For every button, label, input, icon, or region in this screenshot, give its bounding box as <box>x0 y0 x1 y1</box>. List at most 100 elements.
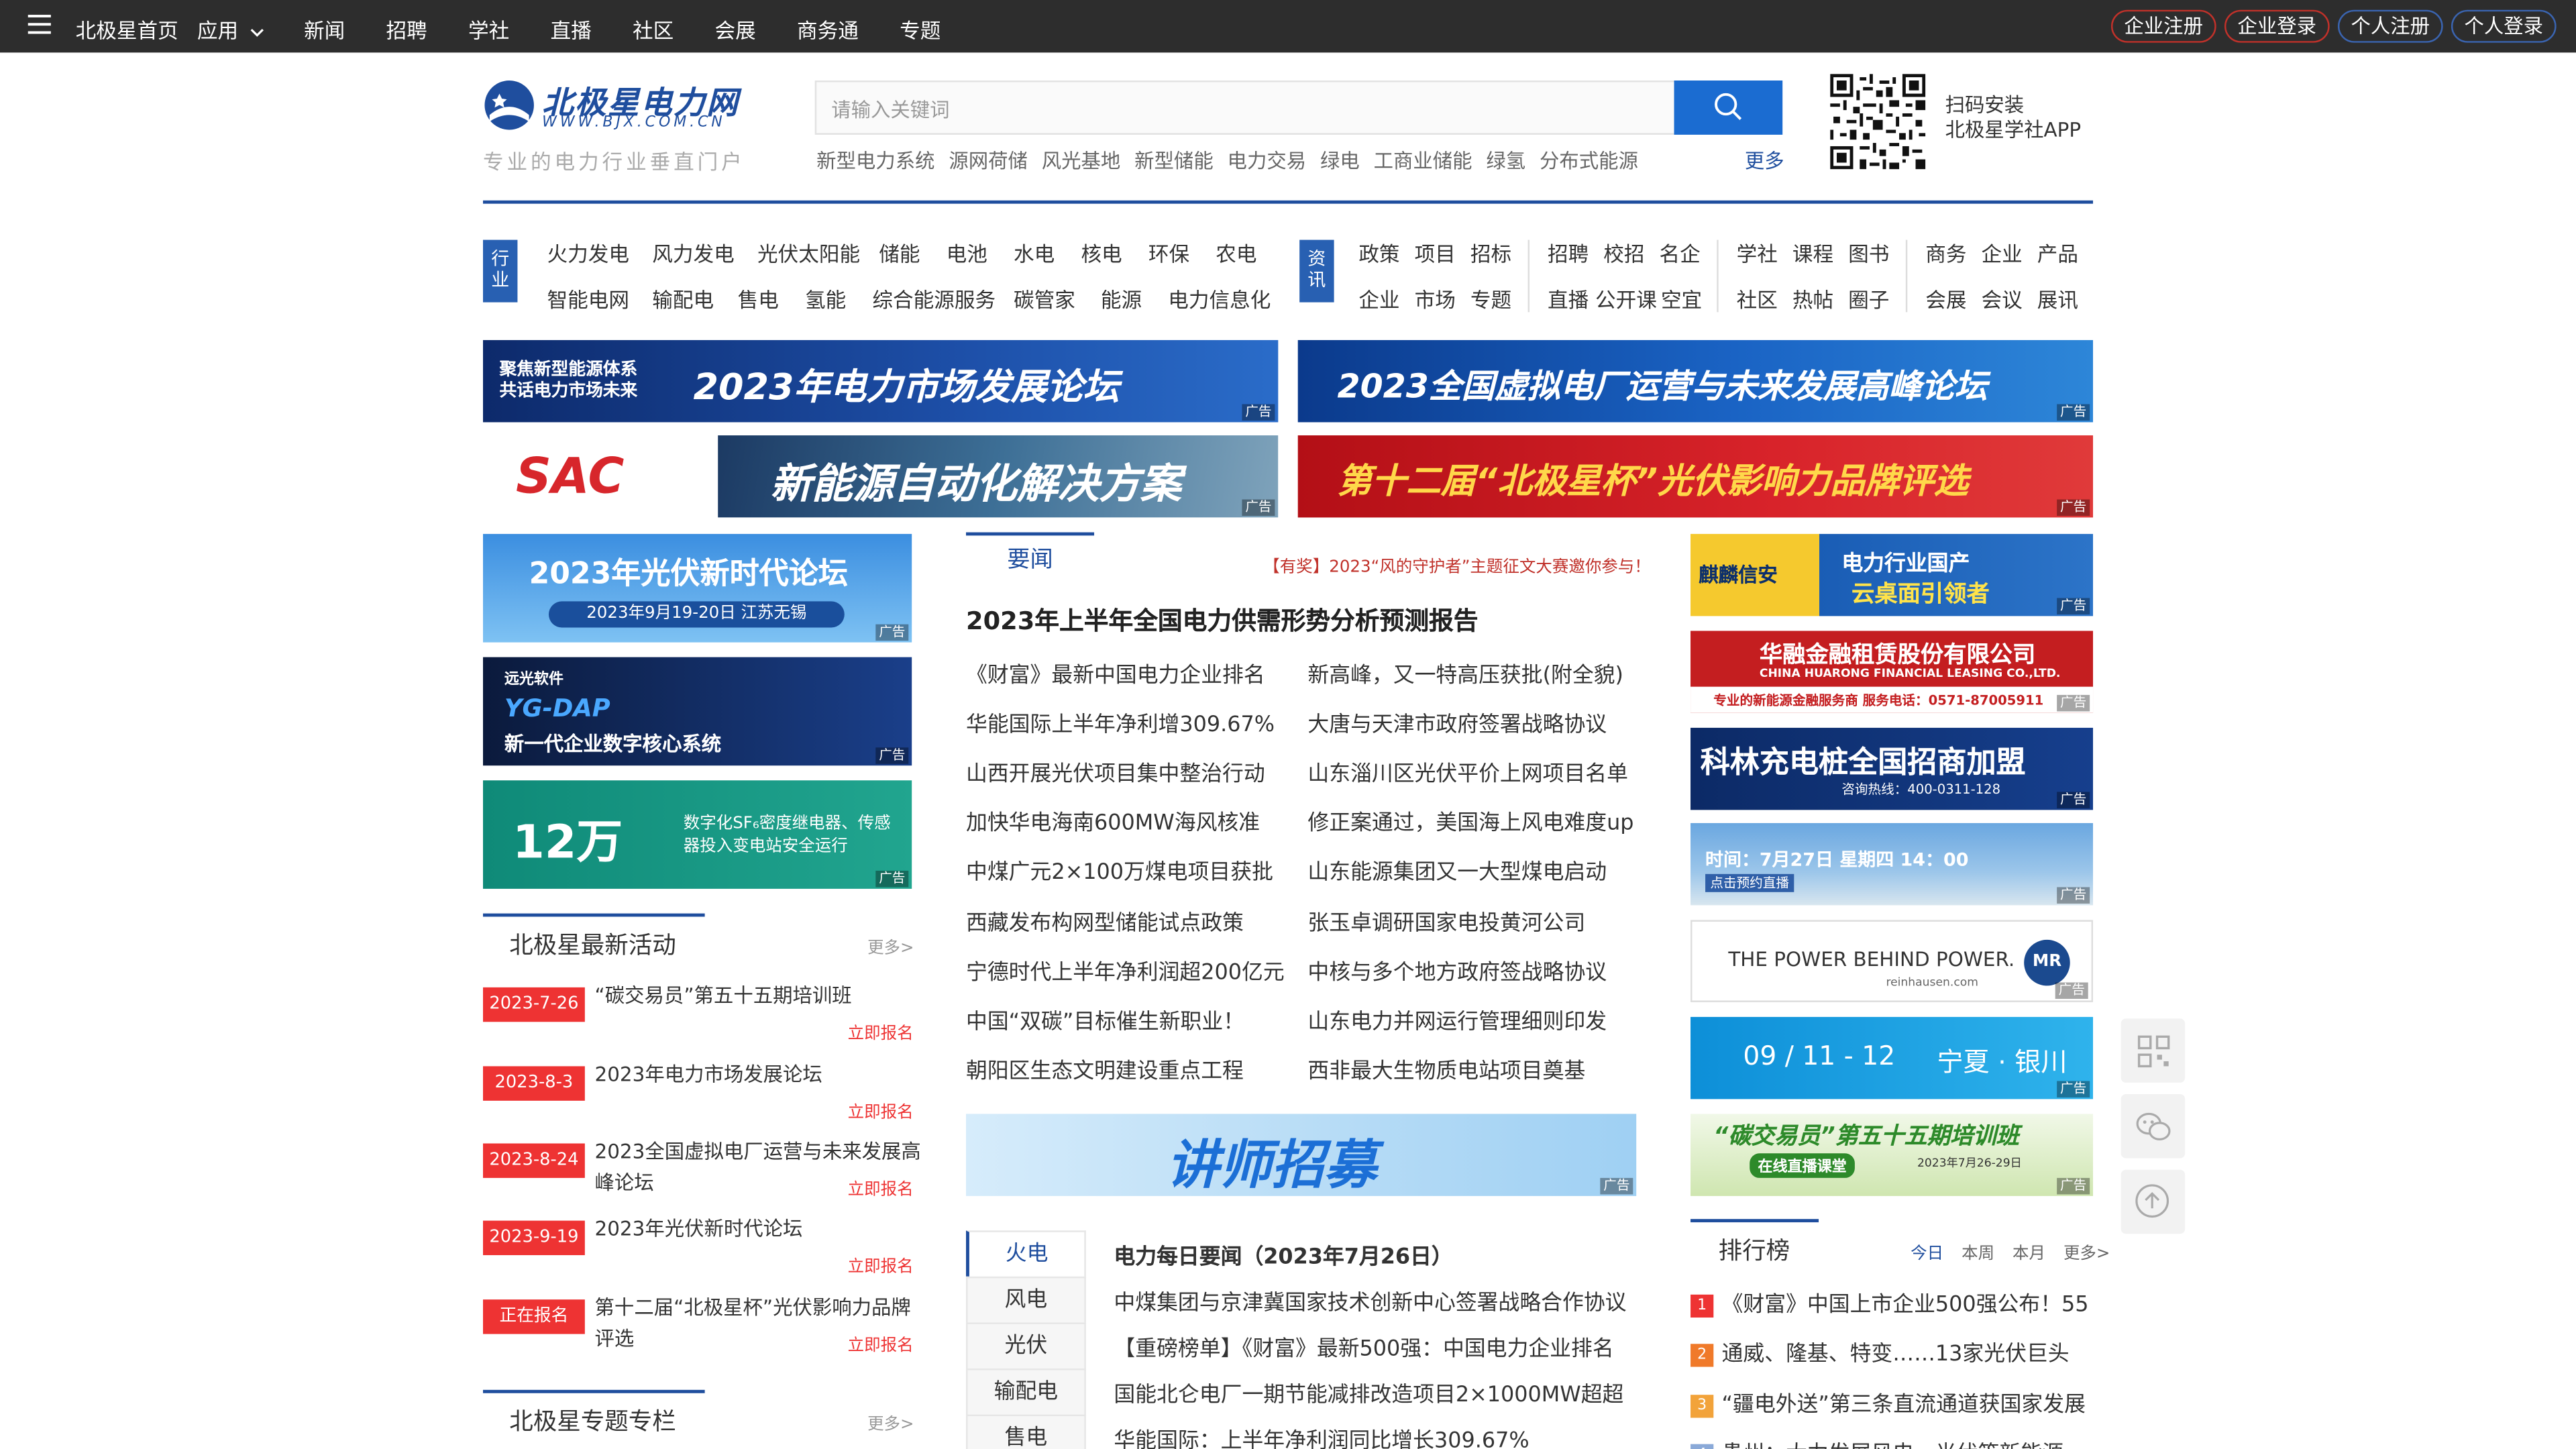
category-link[interactable]: 商务 <box>1925 237 1981 268</box>
register-now-button[interactable]: 立即报名 <box>848 1252 914 1277</box>
tab-thermal[interactable]: 火电 <box>966 1230 1086 1277</box>
category-link[interactable]: 产品 <box>2037 237 2078 268</box>
menu-icon[interactable] <box>28 15 51 34</box>
category-link[interactable]: 政策 <box>1358 237 1414 268</box>
ad-huarong-leasing[interactable]: 华融金融租赁股份有限公司 CHINA HUARONG FINANCIAL LEA… <box>1690 631 2094 713</box>
banner-polaris-cup[interactable]: 第十二届“北极星杯”光伏影响力品牌评选 广告 <box>1297 435 2094 518</box>
category-link[interactable]: 招聘 <box>1548 237 1603 268</box>
category-link[interactable]: 企业 <box>1358 282 1414 314</box>
category-link[interactable]: 专题 <box>1470 282 1511 314</box>
news-item[interactable]: 朝阳区生态文明建设重点工程 <box>966 1053 1295 1085</box>
ad-kylinsec[interactable]: 麒麟信安 电力行业国产 云桌面引领者 广告 <box>1690 533 2094 616</box>
register-now-button[interactable]: 立即报名 <box>848 1018 914 1043</box>
daily-item[interactable]: 中煤集团与京津冀国家技术创新中心签署战略合作协议 <box>1114 1285 1626 1316</box>
industry-link[interactable]: 能源 <box>1101 282 1168 314</box>
industry-link[interactable]: 电池 <box>947 237 1014 268</box>
industry-link[interactable]: 水电 <box>1014 237 1081 268</box>
hot-keyword[interactable]: 绿电 <box>1320 146 1360 174</box>
industry-link[interactable]: 光伏太阳能 <box>757 237 879 268</box>
news-item[interactable]: 山东淄川区光伏平价上网项目名单 <box>1307 756 1636 787</box>
activity-title[interactable]: “碳交易员”第五十五期培训班 <box>595 981 907 1012</box>
news-item[interactable]: 中核与多个地方政府签战略协议 <box>1307 955 1636 986</box>
category-link[interactable]: 项目 <box>1415 237 1470 268</box>
industry-link[interactable]: 售电 <box>738 282 805 314</box>
category-link[interactable]: 展讯 <box>2037 282 2078 314</box>
category-link[interactable]: 学社 <box>1737 237 1792 268</box>
activities-more-link[interactable]: 更多> <box>867 933 914 958</box>
news-item[interactable]: 山东电力并网运行管理细则印发 <box>1307 1004 1636 1035</box>
activity-title[interactable]: 2023年电力市场发展论坛 <box>595 1060 907 1091</box>
ad-reinhausen[interactable]: THE POWER BEHIND POWER. reinhausen.com M… <box>1690 920 2094 1002</box>
personal-login-button[interactable]: 个人登录 <box>2451 9 2557 43</box>
register-now-button[interactable]: 立即报名 <box>848 1097 914 1122</box>
news-item[interactable]: 华能国际上半年净利增309.67% <box>966 706 1295 738</box>
search-box[interactable]: 请输入关键词 <box>814 80 1783 135</box>
hot-keyword[interactable]: 分布式能源 <box>1540 146 1638 174</box>
category-link[interactable]: 热帖 <box>1792 282 1848 314</box>
daily-item[interactable]: 华能国际：上半年净利润同比增长309.67% <box>1114 1423 1529 1449</box>
ranking-item[interactable]: 4 贵州：大力发展风电、光伏等新能源 <box>1690 1436 2093 1449</box>
nav-business[interactable]: 商务通 <box>797 13 859 45</box>
hot-more-link[interactable]: 更多 <box>1745 146 1784 174</box>
ranking-tab-today[interactable]: 今日 <box>1911 1239 1943 1263</box>
news-item[interactable]: 修正案通过，美国海上风电难度up <box>1307 805 1636 837</box>
category-link[interactable]: 直播 <box>1548 282 1595 314</box>
news-item[interactable]: 西藏发布构网型储能试点政策 <box>966 905 1295 936</box>
category-link[interactable]: 圈子 <box>1848 282 1889 314</box>
register-now-button[interactable]: 立即报名 <box>848 1331 914 1355</box>
ranking-item[interactable]: 3 “疆电外送”第三条直流通道获国家发展 <box>1690 1387 2093 1418</box>
special-more-link[interactable]: 更多> <box>867 1409 914 1434</box>
company-register-button[interactable]: 企业注册 <box>2110 9 2216 43</box>
float-top-button[interactable] <box>2121 1169 2186 1234</box>
contest-link[interactable]: 【有奖】2023“风的守护者”主题征文大赛邀你参与！ <box>1263 552 1651 577</box>
news-item[interactable]: 张玉卓调研国家电投黄河公司 <box>1307 905 1636 936</box>
industry-link[interactable]: 电力信息化 <box>1168 282 1271 314</box>
category-link[interactable]: 企业 <box>1981 237 2037 268</box>
daily-item[interactable]: 【重磅榜单】《财富》最新500强：中国电力企业排名 <box>1114 1331 1613 1362</box>
category-link[interactable]: 校招 <box>1603 237 1659 268</box>
category-link[interactable]: 招标 <box>1470 237 1511 268</box>
float-wechat-button[interactable] <box>2121 1094 2186 1159</box>
tab-headlines[interactable]: 要闻 <box>966 532 1095 581</box>
home-link[interactable]: 北极星首页 <box>76 13 178 45</box>
daily-title[interactable]: 电力每日要闻（2023年7月26日） <box>1114 1239 1452 1270</box>
nav-community[interactable]: 社区 <box>633 13 674 45</box>
industry-link[interactable]: 风力发电 <box>652 237 757 268</box>
news-item[interactable]: 宁德时代上半年净利润超200亿元 <box>966 955 1295 986</box>
news-item[interactable]: 大唐与天津市政府签署战略协议 <box>1307 706 1636 738</box>
banner-sac-automation[interactable]: SAC 新能源自动化解决方案 广告 <box>483 435 1279 518</box>
news-item[interactable]: 新高峰，又一特高压获批(附全貌) <box>1307 657 1636 688</box>
news-item[interactable]: 加快华电海南600MW海风核准 <box>966 805 1295 837</box>
industry-link[interactable]: 核电 <box>1081 237 1148 268</box>
industry-link[interactable]: 农电 <box>1216 237 1256 268</box>
hot-keyword[interactable]: 工商业储能 <box>1374 146 1472 174</box>
ranking-item[interactable]: 1 《财富》中国上市企业500强公布！55 <box>1690 1287 2093 1318</box>
ranking-item[interactable]: 2 通威、隆基、特变……13家光伏巨头 <box>1690 1336 2093 1367</box>
nav-academy[interactable]: 学社 <box>468 13 509 45</box>
ad-lecturer-recruit[interactable]: 讲师招募 广告 <box>966 1114 1637 1196</box>
category-link[interactable]: 图书 <box>1848 237 1889 268</box>
headline-link[interactable]: 2023年上半年全国电力供需形势分析预测报告 <box>966 603 1478 637</box>
category-link[interactable]: 市场 <box>1415 282 1470 314</box>
ranking-more-link[interactable]: 更多> <box>2063 1239 2110 1263</box>
category-link[interactable]: 空宜 <box>1661 282 1702 314</box>
industry-link[interactable]: 输配电 <box>652 282 737 314</box>
hot-keyword[interactable]: 电力交易 <box>1228 146 1307 174</box>
company-login-button[interactable]: 企业登录 <box>2224 9 2330 43</box>
category-link[interactable]: 会展 <box>1925 282 1981 314</box>
search-button[interactable] <box>1674 80 1783 135</box>
tab-pv[interactable]: 光伏 <box>966 1322 1086 1369</box>
hot-keyword[interactable]: 新型电力系统 <box>816 146 934 174</box>
news-item[interactable]: 山西开展光伏项目集中整治行动 <box>966 756 1295 787</box>
daily-item[interactable]: 国能北仑电厂一期节能减排改造项目2×1000MW超超 <box>1114 1377 1623 1408</box>
industry-link[interactable]: 环保 <box>1148 237 1216 268</box>
nav-expo[interactable]: 会展 <box>715 13 756 45</box>
search-input[interactable]: 请输入关键词 <box>831 95 949 123</box>
news-item[interactable]: 西非最大生物质电站项目奠基 <box>1307 1053 1636 1085</box>
industry-link[interactable]: 综合能源服务 <box>872 282 1014 314</box>
ad-live-stream[interactable]: 时间：7月27日 星期四 14：00 点击预约直播 广告 <box>1690 822 2094 906</box>
ad-ygsoft-dap[interactable]: 远光软件 YG-DAP 新一代企业数字核心系统 广告 <box>483 657 912 766</box>
ad-sf6-relay[interactable]: 12万 数字化SF₆密度继电器、传感器投入变电站安全运行 广告 <box>483 780 912 889</box>
tab-wind[interactable]: 风电 <box>966 1276 1086 1323</box>
nav-live[interactable]: 直播 <box>551 13 592 45</box>
